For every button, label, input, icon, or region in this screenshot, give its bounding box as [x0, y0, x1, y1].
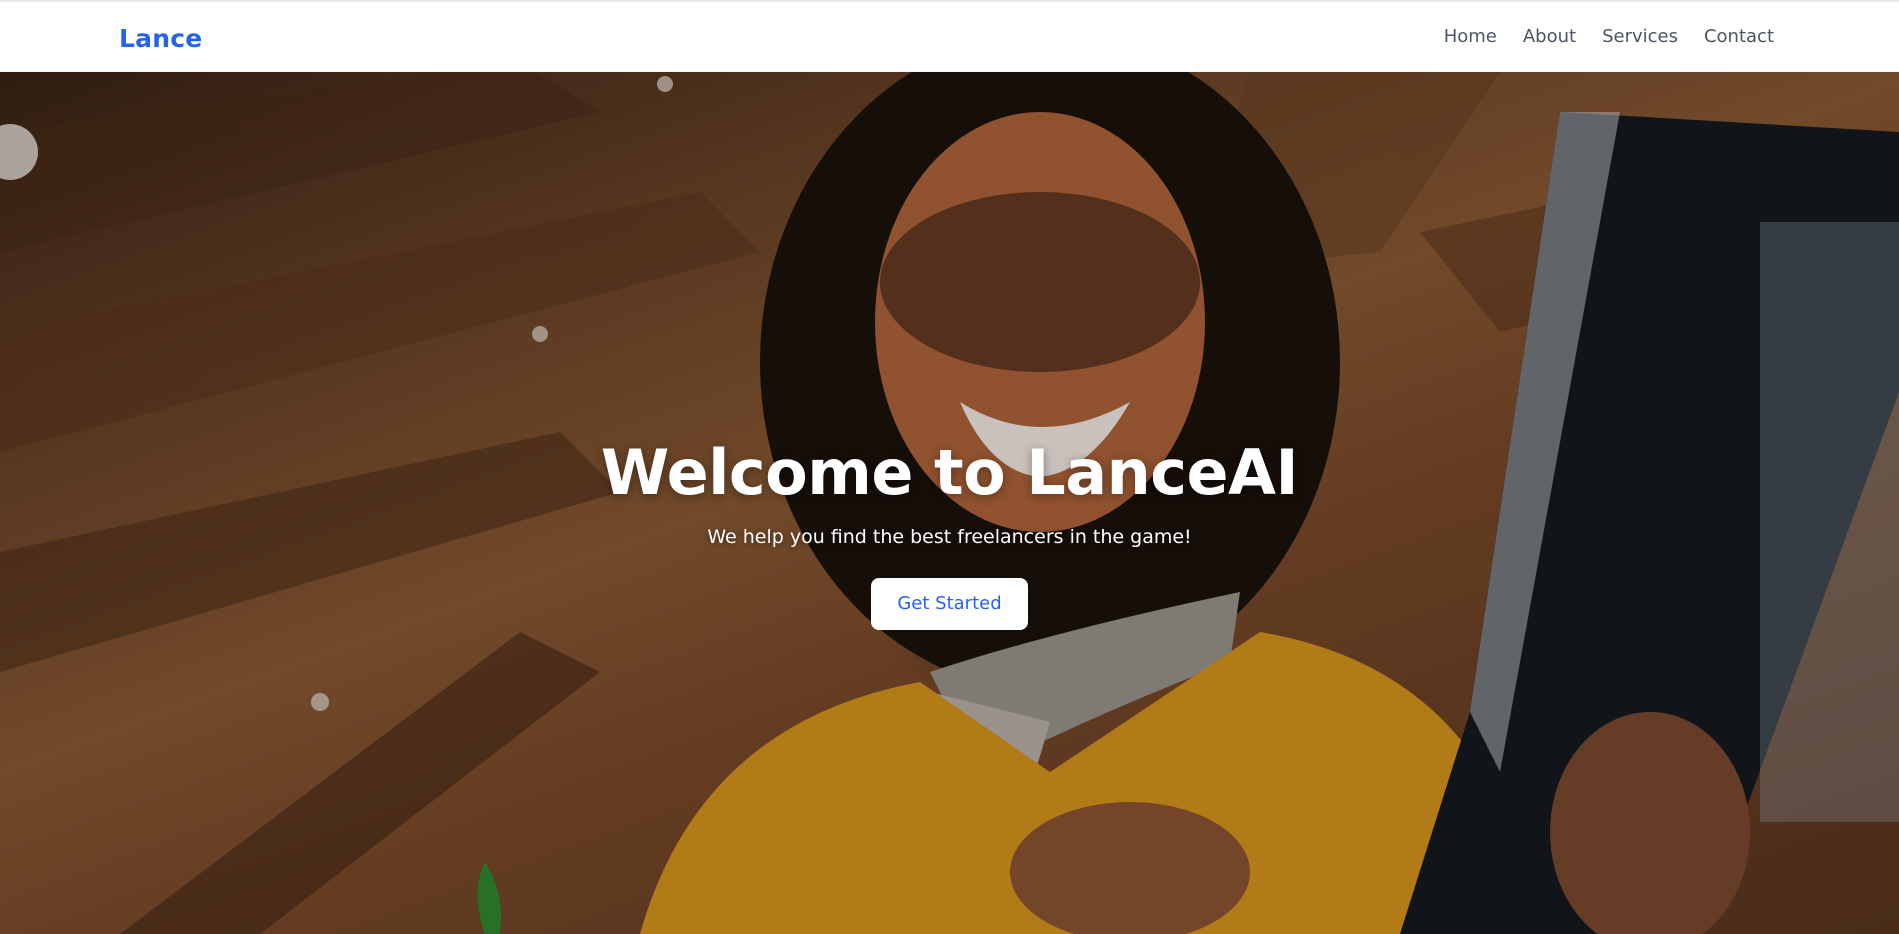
navbar: Lance Home About Services Contact — [0, 2, 1899, 72]
nav-link-contact[interactable]: Contact — [1704, 26, 1774, 47]
nav-link-about[interactable]: About — [1523, 26, 1576, 47]
get-started-button[interactable]: Get Started — [871, 578, 1028, 630]
nav-link-services[interactable]: Services — [1602, 26, 1678, 47]
hero-content: Welcome to LanceAI We help you find the … — [0, 442, 1899, 630]
nav-link-home[interactable]: Home — [1444, 26, 1497, 47]
hero-title: Welcome to LanceAI — [600, 436, 1299, 509]
hero-section: Welcome to LanceAI We help you find the … — [0, 72, 1899, 934]
hero-subtitle: We help you find the best freelancers in… — [707, 526, 1192, 548]
brand-logo[interactable]: Lance — [119, 24, 202, 53]
nav-links: Home About Services Contact — [1444, 26, 1774, 47]
